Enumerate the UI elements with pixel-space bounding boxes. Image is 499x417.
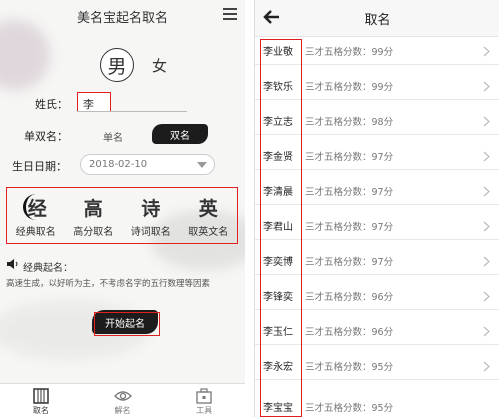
mode-high-score[interactable]: 高 高分取名 <box>65 188 123 243</box>
back-arrow-icon[interactable] <box>263 9 281 25</box>
name-result-row[interactable]: 李业敬 三才五格分数：99分 <box>255 37 499 65</box>
chevron-right-icon <box>483 221 490 232</box>
speaker-icon <box>7 259 18 269</box>
chevron-right-icon <box>483 116 490 127</box>
mode-label: 诗词取名 <box>130 227 171 238</box>
app-title: 美名宝起名取名 <box>76 10 168 26</box>
result-score: 三才五格分数：96分 <box>305 291 394 303</box>
result-score: 三才五格分数：95分 <box>305 361 394 373</box>
result-name: 李锋奕 <box>263 292 293 303</box>
birth-date-value: 2018-02-10 <box>89 159 148 170</box>
name-result-row[interactable]: 李钦乐 三才五格分数：99分 <box>255 72 499 100</box>
result-score: 三才五格分数：98分 <box>305 116 394 128</box>
single-name-option[interactable]: 单名 <box>103 129 123 144</box>
toolbox-icon <box>196 388 212 404</box>
surname-underline <box>77 111 187 112</box>
results-header: 取名 <box>255 0 499 37</box>
result-name: 李清晨 <box>263 187 293 198</box>
name-result-row[interactable]: 李立志 三才五格分数：98分 <box>255 107 499 135</box>
mode-english[interactable]: 英 取英文名 <box>180 188 238 243</box>
name-result-row[interactable]: 李金贤 三才五格分数：97分 <box>255 142 499 170</box>
result-score: 三才五格分数：99分 <box>305 46 394 58</box>
chevron-right-icon <box>483 186 490 197</box>
tab-label: 解名 <box>114 406 131 415</box>
result-name: 李玉仁 <box>263 327 293 338</box>
mode-poetry[interactable]: 诗 诗词取名 <box>122 188 180 243</box>
chevron-right-icon <box>483 326 490 337</box>
chevron-right-icon <box>483 151 490 162</box>
mode-glyph: 诗 <box>141 198 161 220</box>
result-score: 三才五格分数：97分 <box>305 186 394 198</box>
chevron-right-icon <box>483 256 490 267</box>
result-score: 三才五格分数：97分 <box>305 151 394 163</box>
name-result-row[interactable]: 李君山 三才五格分数：97分 <box>255 212 499 240</box>
name-generator-screen: 美名宝起名取名 男 女 姓氏： 李 单双名： 单名 双名 生日日期： 2018-… <box>0 0 245 417</box>
mode-classic[interactable]: 经 经典取名 <box>7 188 65 243</box>
birth-date-select[interactable]: 2018-02-10 <box>80 154 215 175</box>
mode-label: 高分取名 <box>73 227 114 238</box>
result-score: 三才五格分数：96分 <box>305 326 394 338</box>
name-results-screen: 取名 李业敬 三才五格分数：99分 李钦乐 三才五格分数：99分 李立志 三才五… <box>254 0 499 417</box>
tab-interpret[interactable]: 解名 <box>82 384 164 417</box>
mode-label: 经典取名 <box>15 227 56 238</box>
name-result-row[interactable]: 李奕博 三才五格分数：97分 <box>255 247 499 275</box>
tab-label: 工具 <box>196 406 213 415</box>
menu-icon[interactable] <box>223 8 237 22</box>
start-button-highlight <box>94 312 160 336</box>
results-title: 取名 <box>364 12 391 28</box>
mode-glyph: 经 <box>22 194 49 220</box>
tab-naming[interactable]: 取名 <box>0 384 82 417</box>
bottom-tab-bar: 取名 解名 工具 <box>0 383 245 417</box>
chevron-right-icon <box>483 81 490 92</box>
surname-label: 姓氏： <box>35 98 68 111</box>
naming-mode-selector: 经 经典取名 高 高分取名 诗 诗词取名 英 取英文名 <box>6 187 238 244</box>
result-name: 李钦乐 <box>263 82 293 93</box>
mode-label: 取英文名 <box>188 227 229 238</box>
result-score: 三才五格分数：97分 <box>305 256 394 268</box>
name-result-row[interactable]: 李宝宝 三才五格分数：95分 <box>255 393 499 417</box>
chevron-down-icon <box>197 162 207 168</box>
chevron-right-icon <box>483 361 490 372</box>
mode-description-title: 经典起名： <box>23 263 73 274</box>
result-name: 李金贤 <box>263 152 293 163</box>
result-name: 李永宏 <box>263 362 293 373</box>
result-name: 李宝宝 <box>263 403 293 414</box>
result-name: 李立志 <box>263 117 293 128</box>
surname-input[interactable]: 李 <box>77 92 111 112</box>
result-score: 三才五格分数：95分 <box>305 402 394 414</box>
result-score: 三才五格分数：97分 <box>305 221 394 233</box>
name-result-row[interactable]: 李清晨 三才五格分数：97分 <box>255 177 499 205</box>
mode-glyph: 英 <box>198 198 218 220</box>
birth-date-label: 生日日期： <box>12 160 67 173</box>
book-icon <box>33 388 49 404</box>
mode-glyph: 高 <box>83 198 103 220</box>
name-result-row[interactable]: 李玉仁 三才五格分数：96分 <box>255 317 499 345</box>
tab-label: 取名 <box>32 406 49 415</box>
chevron-right-icon <box>483 291 490 302</box>
name-result-row[interactable]: 李永宏 三才五格分数：95分 <box>255 352 499 380</box>
name-result-row[interactable]: 李锋奕 三才五格分数：96分 <box>255 282 499 310</box>
double-name-option[interactable]: 双名 <box>152 124 208 144</box>
mode-description-text: 高速生成，以好听为主，不考虑名字的五行数理等因素 <box>6 279 211 289</box>
result-name: 李君山 <box>263 222 293 233</box>
result-name: 李业敬 <box>263 47 293 58</box>
app-header: 美名宝起名取名 <box>0 0 245 32</box>
gender-selector: 男 女 <box>100 48 167 82</box>
chevron-right-icon <box>483 46 490 57</box>
name-type-label: 单双名： <box>24 130 68 143</box>
gender-female-option[interactable]: 女 <box>152 55 167 76</box>
result-name: 李奕博 <box>263 257 293 268</box>
eye-icon <box>113 391 132 401</box>
result-score: 三才五格分数：99分 <box>305 81 394 93</box>
tab-tools[interactable]: 工具 <box>163 384 245 417</box>
gender-male-option[interactable]: 男 <box>100 48 134 82</box>
